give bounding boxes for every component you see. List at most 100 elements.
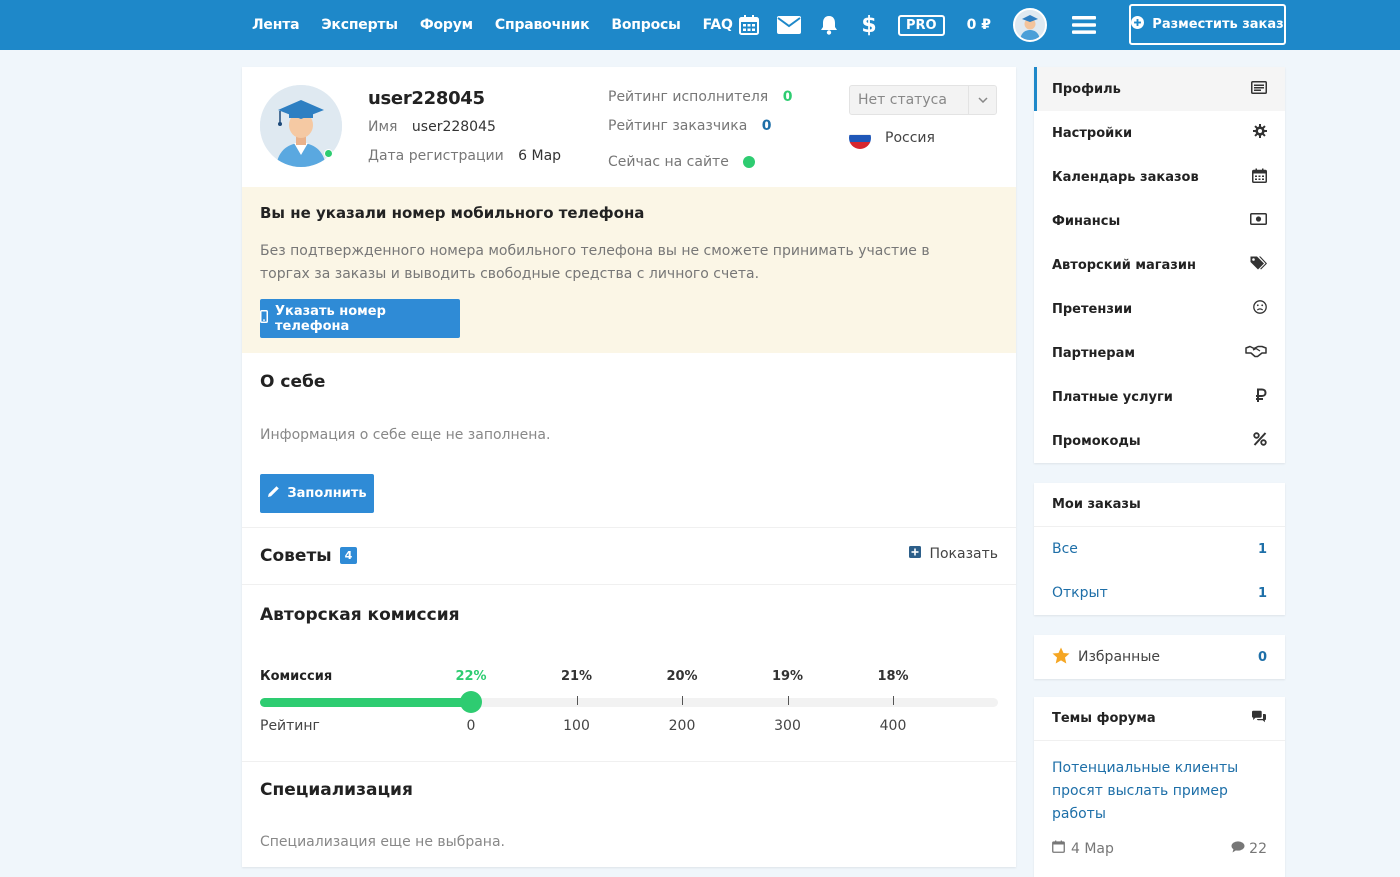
nav-faq-link[interactable]: FAQ — [703, 17, 733, 33]
star-icon — [1052, 647, 1070, 668]
specialization-empty-text: Специализация еще не выбрана. — [260, 834, 505, 850]
show-tips-label: Показать — [929, 546, 998, 562]
country: Россия — [849, 127, 935, 149]
pro-badge[interactable]: PRO — [898, 14, 945, 36]
sidebar-item-author-shop[interactable]: Авторский магазин — [1034, 243, 1285, 287]
orders-row-open[interactable]: Открыт 1 — [1034, 571, 1285, 615]
rating-level-value: 300 — [774, 718, 801, 734]
customer-rating-label: Рейтинг заказчика — [608, 118, 748, 134]
commission-label: Комиссия — [260, 669, 333, 684]
calendar-icon[interactable] — [736, 12, 762, 38]
place-order-label: Разместить заказ — [1152, 17, 1284, 32]
forum-topic-date: 4 Мар — [1071, 840, 1114, 857]
divider — [242, 584, 1016, 585]
sidebar-item-partners[interactable]: Партнерам — [1034, 331, 1285, 375]
tips-title-text: Советы — [260, 546, 332, 566]
commission-level-value: 21% — [560, 669, 593, 684]
sidebar-item-finance[interactable]: Финансы — [1034, 199, 1285, 243]
favorites-card[interactable]: Избранные 0 — [1034, 635, 1285, 679]
nav-feed-link[interactable]: Лента — [252, 17, 300, 33]
percent-icon — [1253, 432, 1267, 450]
forum-topic-comments-group: 22 — [1231, 840, 1267, 857]
forum-topics-title-text: Темы форума — [1052, 711, 1156, 726]
gear-icon — [1253, 124, 1267, 142]
phone-warning-text: Без подтвержденного номера мобильного те… — [260, 243, 930, 282]
dollar-icon[interactable]: $ — [856, 12, 882, 38]
add-phone-button[interactable]: Указать номер телефона — [260, 299, 460, 338]
commission-tick — [787, 696, 789, 705]
calendar-icon — [1252, 168, 1267, 187]
commission-level-value: 20% — [666, 669, 698, 684]
online-row: Сейчас на сайте — [608, 147, 792, 176]
user-avatar[interactable] — [1012, 8, 1047, 42]
sidebar-item-paid-services[interactable]: Платные услуги — [1034, 375, 1285, 419]
balance-link[interactable]: 0 ₽ — [967, 17, 991, 33]
show-tips-link[interactable]: Показать — [909, 546, 998, 562]
plus-square-icon — [909, 546, 922, 562]
sidebar-item-promo-codes[interactable]: Промокоды — [1034, 419, 1285, 463]
top-icons: $ PRO 0 ₽ — [736, 0, 1111, 50]
nav-questions-link[interactable]: Вопросы — [611, 17, 680, 33]
comment-icon — [1231, 840, 1245, 857]
rating-level-value: 200 — [668, 718, 696, 734]
comments-icon — [1251, 710, 1267, 727]
commission-level-value: 19% — [771, 669, 804, 684]
name-value: user228045 — [411, 119, 496, 135]
sidebar-item-label: Платные услуги — [1052, 389, 1173, 405]
orders-row-all[interactable]: Все 1 — [1034, 527, 1285, 571]
commission-tick — [893, 696, 894, 705]
divider — [242, 761, 1016, 762]
username: user228045 — [368, 88, 485, 109]
add-phone-label: Указать номер телефона — [275, 303, 386, 334]
nav-reference-link[interactable]: Справочник — [495, 17, 590, 33]
about-empty-text: Информация о себе еще не заполнена. — [260, 427, 551, 443]
my-orders-title-text: Мои заказы — [1052, 497, 1141, 512]
status-select-value: Нет статуса — [858, 92, 947, 108]
mail-icon[interactable] — [776, 12, 802, 38]
online-indicator — [324, 149, 333, 158]
about-title: О себе — [260, 372, 326, 392]
sidebar-item-label: Авторский магазин — [1052, 257, 1196, 273]
hamburger-menu-icon[interactable] — [1071, 12, 1097, 38]
commission-slider-knob — [460, 691, 482, 713]
fill-about-button[interactable]: Заполнить — [260, 474, 374, 513]
executor-rating-value: 0 — [782, 89, 793, 105]
svg-text:$: $ — [861, 13, 876, 37]
status-select[interactable]: Нет статуса — [849, 85, 997, 115]
customer-rating-row: Рейтинг заказчика 0 — [608, 118, 792, 147]
sidebar-item-label: Промокоды — [1052, 433, 1141, 449]
fill-about-label: Заполнить — [287, 486, 367, 501]
top-navbar: Лента Эксперты Форум Справочник Вопросы … — [0, 0, 1400, 50]
specialization-title: Специализация — [260, 780, 413, 800]
forum-topics-title: Темы форума — [1034, 697, 1285, 741]
orders-row-label: Открыт — [1052, 585, 1108, 601]
phone-warning-title: Вы не указали номер мобильного телефона — [260, 204, 645, 222]
profile-card-icon — [1251, 80, 1267, 98]
sidebar-item-claims[interactable]: Претензии — [1034, 287, 1285, 331]
sidebar-item-order-calendar[interactable]: Календарь заказов — [1034, 155, 1285, 199]
sidebar-item-settings[interactable]: Настройки — [1034, 111, 1285, 155]
place-order-button[interactable]: Разместить заказ — [1129, 4, 1286, 45]
sidebar-item-profile[interactable]: Профиль — [1034, 67, 1285, 111]
commission-level-value: 22% — [455, 669, 487, 684]
bell-icon[interactable] — [816, 12, 842, 38]
favorites-label-group: Избранные — [1052, 647, 1160, 668]
registration-value: 6 Мар — [518, 148, 562, 164]
my-orders-card: Мои заказы Все 1 Открыт 1 — [1034, 483, 1285, 615]
forum-topic-comments: 22 — [1249, 840, 1267, 857]
forum-topic-link[interactable]: Потенциальные клиенты просят выслать при… — [1034, 741, 1285, 826]
favorites-row[interactable]: Избранные 0 — [1034, 635, 1285, 679]
forum-topic-date-group: 4 Мар — [1052, 840, 1114, 857]
profile-card: user228045 Имя user228045 Дата регистрац… — [242, 67, 1016, 867]
sidebar-item-label: Партнерам — [1052, 345, 1135, 361]
customer-rating-value: 0 — [761, 118, 772, 134]
money-icon — [1250, 213, 1267, 229]
rating-level-value: 400 — [879, 718, 907, 734]
russia-flag-icon — [849, 127, 871, 149]
sidebar-item-label: Календарь заказов — [1052, 169, 1199, 185]
tags-icon — [1250, 256, 1267, 275]
sidebar-item-label: Настройки — [1052, 125, 1133, 141]
nav-forum-link[interactable]: Форум — [420, 17, 473, 33]
nav-experts-link[interactable]: Эксперты — [321, 17, 398, 33]
main-nav: Лента Эксперты Форум Справочник Вопросы … — [252, 0, 755, 50]
